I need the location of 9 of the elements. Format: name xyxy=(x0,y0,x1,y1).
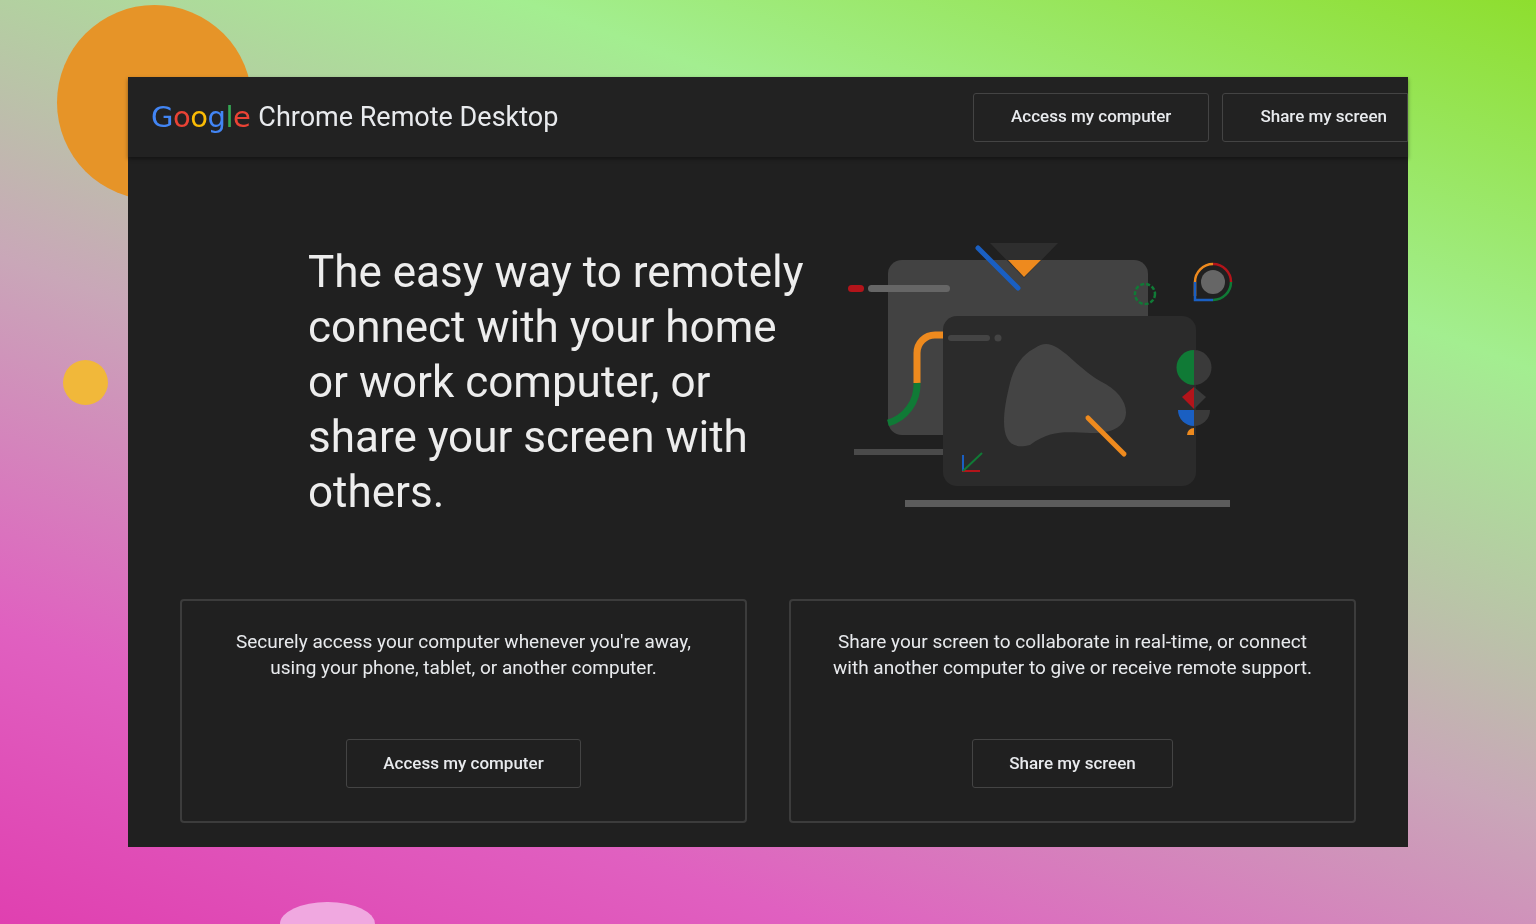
product-name: Chrome Remote Desktop xyxy=(258,103,559,131)
nav-button[interactable]: Share my screen xyxy=(1222,92,1408,142)
card-button[interactable]: Access my computer xyxy=(346,739,581,788)
hero-headline: The easy way to remotely connect with your home or work computer, or share your screen with others. xyxy=(308,245,805,520)
card-description: Securely access your computer whenever you're away, using your phone, tablet, or another computer. xyxy=(234,629,693,681)
card-button[interactable]: Share my screen xyxy=(972,739,1173,788)
nav-button[interactable]: Access my computer xyxy=(973,92,1210,142)
logo-text: Google xyxy=(151,102,251,132)
card-description: Share your screen to collaborate in real-time, or connect with another computer to give or receive remote support. xyxy=(832,629,1313,681)
